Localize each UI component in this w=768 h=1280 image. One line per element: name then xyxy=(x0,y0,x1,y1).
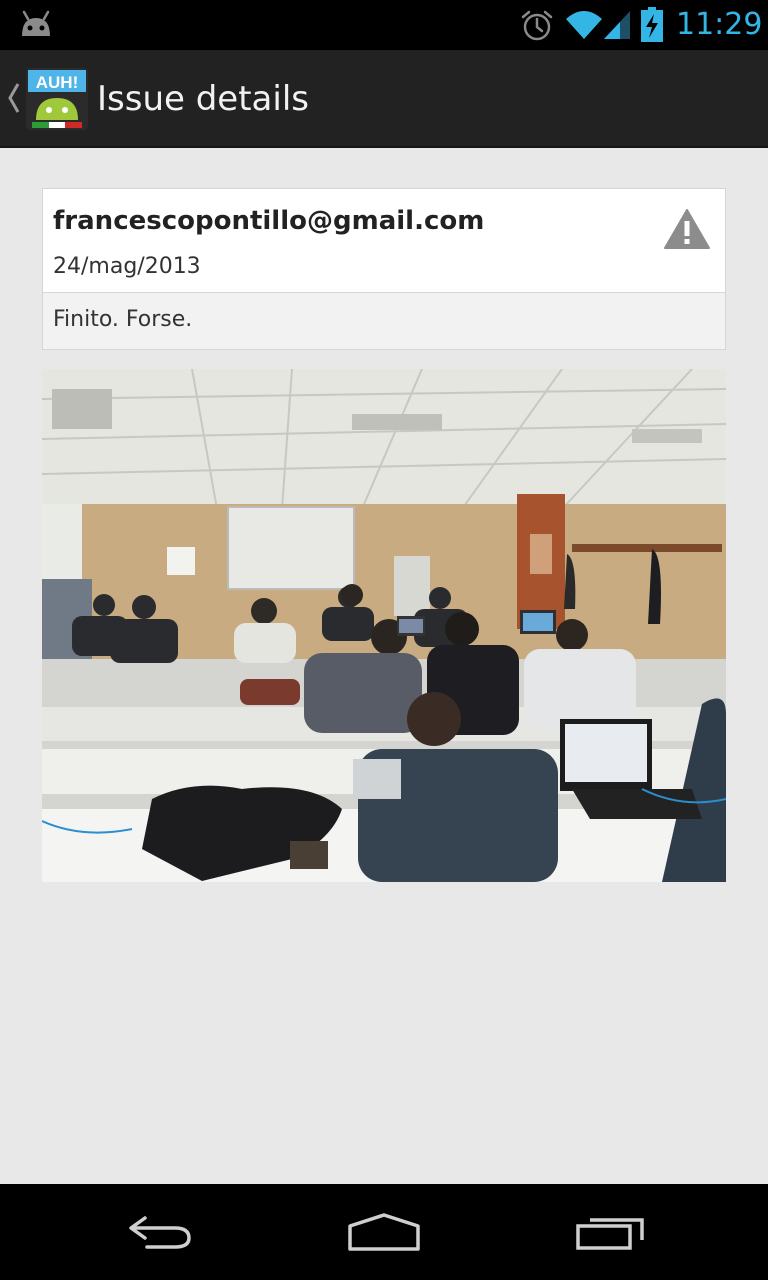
app-icon[interactable]: AUH! xyxy=(26,68,88,130)
status-bar: 11:29 xyxy=(0,0,768,50)
signal-icon xyxy=(604,11,630,39)
back-button[interactable] xyxy=(110,1202,210,1262)
issue-author: francescopontillo@gmail.com xyxy=(53,206,485,236)
svg-text:AUH!: AUH! xyxy=(36,73,79,92)
page-title: Issue details xyxy=(97,79,310,119)
alarm-icon xyxy=(521,10,553,41)
android-icon xyxy=(22,10,50,36)
status-clock: 11:29 xyxy=(676,7,763,42)
warning-icon xyxy=(664,209,710,249)
navigation-bar xyxy=(0,1184,768,1280)
action-bar: AUH! Issue details xyxy=(0,50,768,148)
back-icon xyxy=(129,1216,191,1249)
issue-date: 24/mag/2013 xyxy=(53,254,201,279)
issue-header: francescopontillo@gmail.com 24/mag/2013 xyxy=(42,188,726,292)
home-icon xyxy=(348,1213,420,1251)
classroom-photo[interactable] xyxy=(42,369,726,882)
recent-apps-icon xyxy=(576,1218,644,1250)
up-caret-icon[interactable] xyxy=(6,80,22,116)
issue-comment-box: Finito. Forse. xyxy=(42,292,726,350)
recent-apps-button[interactable] xyxy=(560,1202,660,1262)
home-button[interactable] xyxy=(334,1202,434,1262)
wifi-icon xyxy=(566,11,602,39)
issue-card: francescopontillo@gmail.com 24/mag/2013 … xyxy=(42,188,726,350)
issue-comment: Finito. Forse. xyxy=(53,307,193,332)
battery-charging-icon xyxy=(641,7,663,42)
